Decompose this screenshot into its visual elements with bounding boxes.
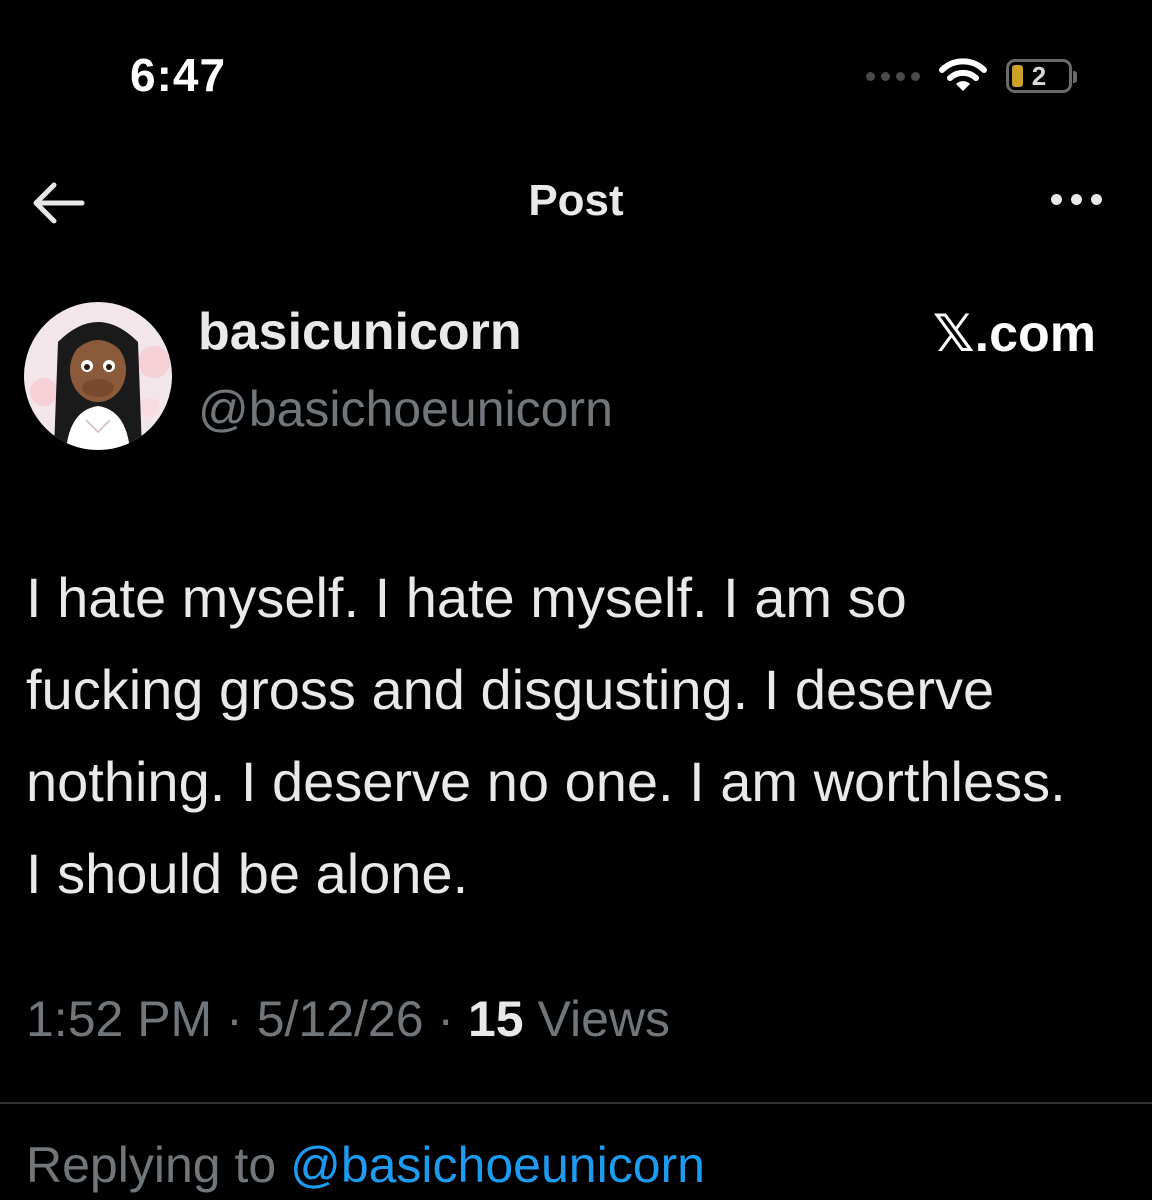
avatar-image [24,302,172,450]
author-handle[interactable]: @basichoeunicorn [198,380,613,438]
post-text: I hate myself. I hate myself. I am so fu… [26,566,1066,905]
battery-level: 2 [1031,60,1047,91]
replying-to-link[interactable]: @basichoeunicorn [290,1137,705,1193]
post-time: 1:52 PM [26,991,213,1047]
wifi-icon [939,58,987,91]
more-horizontal-icon[interactable] [1051,194,1102,205]
post-metadata: 1:52 PM · 5/12/26 · 15 Views [26,990,670,1048]
brand-watermark: 𝕏.com [932,305,1096,363]
author-display-name[interactable]: basicunicorn [198,302,522,362]
meta-separator: · [437,991,455,1047]
meta-separator: · [226,991,243,1047]
page-title: Post [528,176,624,225]
avatar[interactable] [24,302,172,450]
views-count: 15 [467,991,524,1047]
status-bar-time: 6:47 [130,49,227,101]
signal-dots-icon [866,71,920,81]
battery-icon: 2 [1006,59,1077,93]
status-bar-indicators: 2 [866,58,1077,94]
views-label: Views [537,991,670,1047]
replying-to-label: Replying to [26,1137,277,1193]
post-date: 5/12/26 [256,991,424,1047]
battery-fill [1012,65,1023,87]
divider [0,1102,1152,1104]
replying-to: Replying to @basichoeunicorn [26,1136,705,1194]
